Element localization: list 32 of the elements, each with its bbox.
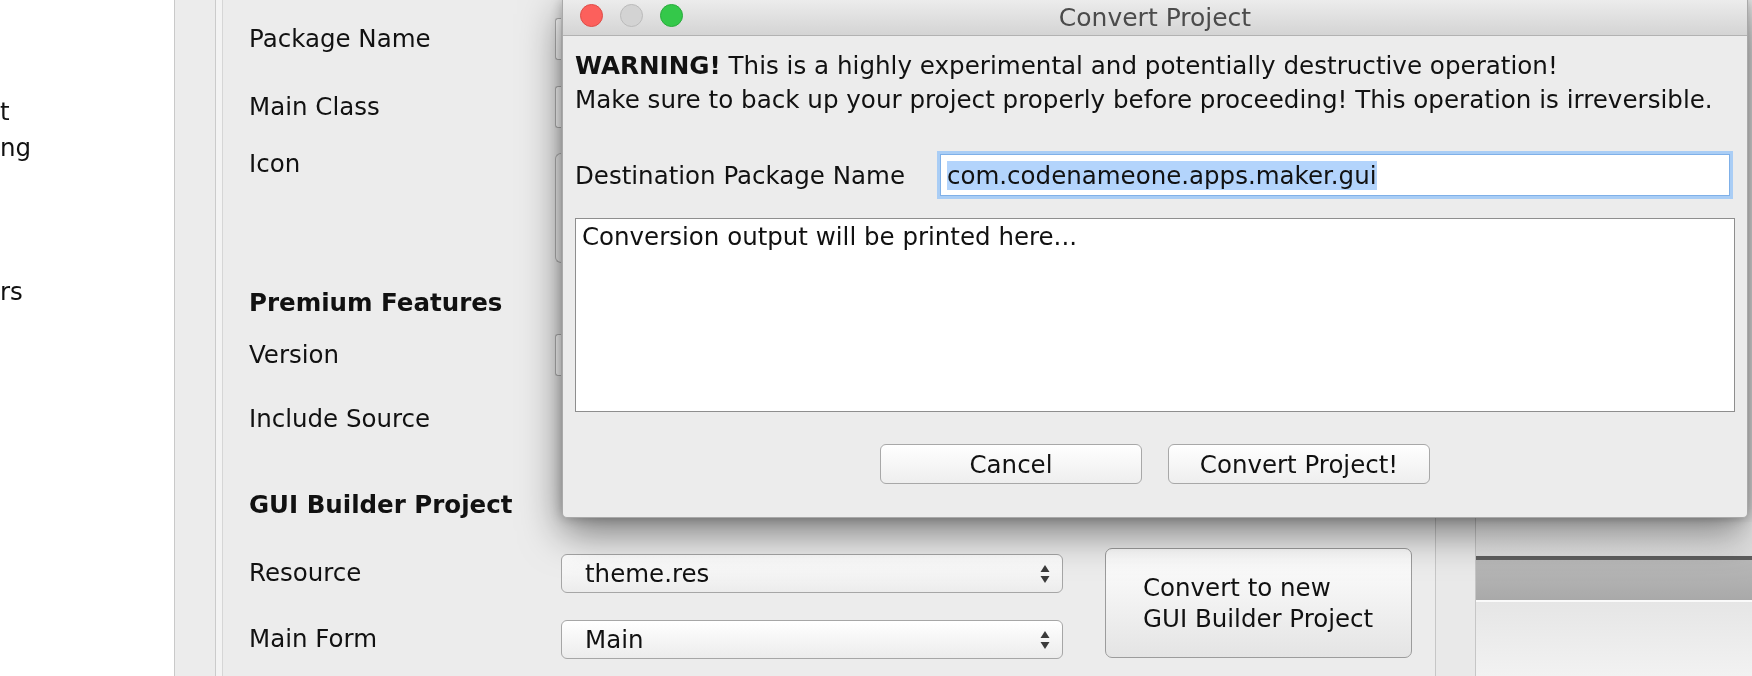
package-name-field[interactable]: com.codenameone.apps.maker.gui xyxy=(940,154,1730,196)
warning-text: WARNING! This is a highly experimental and potentially destructive operation! xyxy=(575,50,1559,82)
dropdown[interactable]: Main xyxy=(561,620,1063,659)
dropdown[interactable]: theme.res xyxy=(561,554,1063,593)
text-field[interactable] xyxy=(555,86,561,128)
maximize-icon[interactable] xyxy=(660,4,683,27)
image-button[interactable] xyxy=(555,153,561,263)
sidebar-item[interactable]: rs xyxy=(0,274,23,310)
field-label: Main Form xyxy=(249,623,377,655)
text-field[interactable] xyxy=(555,18,561,60)
field-label: Package Name xyxy=(249,23,431,55)
section-heading: Premium Features xyxy=(249,288,503,318)
field-label: Resource xyxy=(249,557,362,589)
warning-text: Make sure to back up your project properly before proceeding! This operation is irreversible. xyxy=(575,84,1714,116)
sidebar-item[interactable]: t xyxy=(0,94,10,130)
field-label: Main Class xyxy=(249,91,380,123)
cancel-button[interactable]: Cancel xyxy=(880,444,1142,484)
text-field[interactable] xyxy=(555,334,561,376)
convert-project-button[interactable]: Convert Project! xyxy=(1168,444,1430,484)
section-heading: GUI Builder Project xyxy=(249,490,513,520)
field-label: Icon xyxy=(249,153,301,175)
splitter-bar[interactable] xyxy=(215,0,223,676)
window-title: Convert Project xyxy=(1058,3,1252,32)
close-icon[interactable] xyxy=(580,4,603,27)
field-label: Include Source xyxy=(249,403,431,435)
field-label: Version xyxy=(249,339,340,371)
convert-button[interactable]: Convert to new GUI Builder Project xyxy=(1105,548,1412,658)
output-text-area[interactable]: Conversion output will be printed here... xyxy=(575,218,1735,412)
updown-arrows-icon xyxy=(1040,563,1050,584)
sidebar-item[interactable]: ng xyxy=(0,130,32,166)
field-label: Destination Package Name xyxy=(575,160,906,190)
updown-arrows-icon xyxy=(1040,629,1050,650)
